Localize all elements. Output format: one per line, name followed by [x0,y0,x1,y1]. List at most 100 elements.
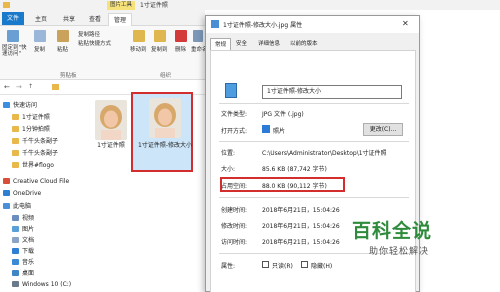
nav-folder-item[interactable]: 千牛头条副子 [12,136,58,148]
tab-details[interactable]: 详细信息 [254,38,284,50]
move-to-icon [133,30,145,42]
created-value: 2018年6月21日，15:04:26 [262,207,340,214]
nav-creative-cloud[interactable]: Creative Cloud File [3,176,69,188]
accessed-label: 访问时间: [221,239,248,246]
organize-group-label: 组织 [160,73,172,79]
up-arrow-icon[interactable]: ↑ [28,83,33,90]
tab-previous-versions[interactable]: 以前的版本 [286,38,322,50]
nav-this-pc-label: 此电脑 [13,203,32,210]
creative-cloud-icon [3,178,10,184]
close-icon[interactable]: ✕ [402,19,409,28]
document-icon [12,237,19,243]
file-list: 1寸证件照 1寸证件照-修改大小 [77,96,205,292]
nav-music-label: 音乐 [22,259,35,266]
nav-pictures-label: 图片 [22,226,35,233]
window-title: 1寸证件照 [140,2,168,9]
nav-folder-item[interactable]: 1分钟拍照 [12,124,50,136]
portrait-photo-icon [95,100,127,140]
download-icon [12,248,19,254]
rename-icon [193,30,203,42]
forward-arrow-icon[interactable]: → [16,83,22,91]
paste-shortcut-button[interactable]: 粘贴快捷方式 [78,39,111,47]
pin-icon [7,30,19,42]
nav-videos-label: 视频 [22,215,35,222]
attributes-label: 属性: [221,263,236,270]
folder-icon [12,162,19,168]
pin-quick-access-button[interactable]: 固定到"快速访问" [2,45,30,57]
location-value: C:\Users\Administrator\Desktop\1寸证件照 [262,150,387,157]
copy-to-button[interactable]: 复制到 [151,45,168,53]
folder-icon [12,126,19,132]
nav-onedrive-label: OneDrive [13,190,42,197]
nav-folder-label: 千牛头条副子 [22,138,59,145]
tab-file[interactable]: 文件 [2,12,25,25]
file-thumbnail[interactable] [95,100,127,140]
navigation-pane: 快速访问 1寸证件照 1分钟拍照 千牛头条副子 千牛头条副子 世界#flogo … [0,96,76,292]
nav-downloads-label: 下载 [22,248,35,255]
star-icon [3,102,10,108]
location-label: 位置: [221,150,236,157]
file-thumbnail-selected[interactable] [149,98,181,138]
nav-folder-label: 世界#flogo [22,162,54,169]
desktop-icon [12,270,19,276]
nav-folder-item[interactable]: 1寸证件照 [12,112,50,124]
picture-icon [12,226,19,232]
computer-icon [3,203,10,209]
size-value: 85.6 KB (87,742 字节) [262,166,327,173]
delete-icon [175,30,187,42]
image-file-icon [225,83,237,98]
open-with-label: 打开方式: [221,128,248,135]
tab-home[interactable]: 主页 [30,13,52,26]
tab-general[interactable]: 常规 [210,38,232,50]
open-with-value: 照片 [273,128,286,135]
file-caption-selected: 1寸证件照-修改大小 [138,142,192,149]
nav-onedrive[interactable]: OneDrive [3,188,41,200]
tab-view[interactable]: 查看 [84,13,106,26]
rename-button[interactable]: 重命名 [191,45,205,53]
nav-drive-c[interactable]: Windows 10 (C:) [12,279,71,291]
drive-icon [12,281,19,287]
readonly-checkbox[interactable] [262,261,269,268]
nav-folder-item[interactable]: 世界#flogo [12,160,54,172]
portrait-photo-icon [149,98,181,138]
nav-folder-label: 1分钟拍照 [22,126,50,133]
back-arrow-icon[interactable]: ← [4,83,10,91]
picture-tools-label: 图片工具 [107,1,135,10]
tab-security[interactable]: 安全 [232,38,251,50]
modified-value: 2018年6月21日，15:04:26 [262,223,340,230]
cloud-icon [3,190,10,196]
copy-path-button[interactable]: 复制路径 [78,30,100,38]
copy-to-icon [154,30,166,42]
hidden-checkbox[interactable] [301,261,308,268]
size-on-disk-label: 占用空间: [221,183,248,190]
photos-app-icon [262,125,270,133]
divider [219,141,409,142]
dialog-title: 1寸证件照-修改大小.jpg 属性 [223,22,303,29]
file-name-field[interactable]: 1寸证件照-修改大小 [262,85,402,99]
divider [219,197,409,198]
nav-this-pc[interactable]: 此电脑 [3,201,31,213]
copy-icon [34,30,46,42]
nav-creative-cloud-label: Creative Cloud File [13,178,70,185]
file-type-value: JPG 文件 (.jpg) [262,111,304,118]
tab-share[interactable]: 共享 [58,13,80,26]
folder-icon [12,150,19,156]
dialog-tabs: 常规 安全 详细信息 以前的版本 [210,38,416,50]
size-on-disk-value: 88.0 KB (90,112 字节) [262,183,327,190]
nav-documents-label: 文档 [22,237,35,244]
watermark-title: 百科全说 [352,220,433,242]
clipboard-group-label: 剪贴板 [60,73,77,79]
image-file-icon [211,20,219,28]
readonly-label: 只读(R) [272,263,293,270]
nav-quick-access-label: 快速访问 [13,102,38,109]
delete-button[interactable]: 删除 [175,45,186,53]
tab-manage[interactable]: 管理 [108,13,133,26]
explorer-titlebar: 图片工具 1寸证件照 [0,0,500,10]
nav-folder-item[interactable]: 千牛头条副子 [12,148,58,160]
move-to-button[interactable]: 移动到 [130,45,147,53]
ribbon-tabs: 文件 主页 共享 查看 管理 [0,10,205,26]
nav-quick-access[interactable]: 快速访问 [3,100,37,112]
paste-button[interactable]: 粘贴 [57,45,68,53]
copy-button[interactable]: 复制 [34,45,45,53]
change-button[interactable]: 更改(C)... [363,123,403,136]
